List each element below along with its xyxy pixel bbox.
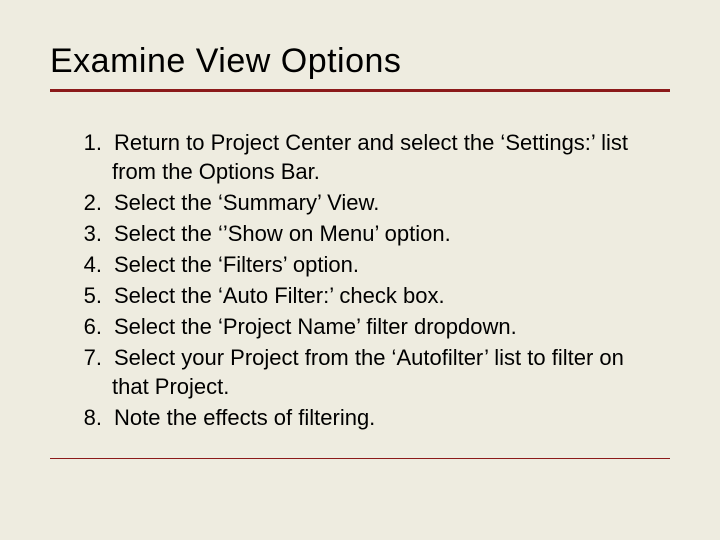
list-item: Select your Project from the ‘Autofilter… [72, 343, 664, 401]
bottom-rule [50, 458, 670, 459]
list-item: Return to Project Center and select the … [72, 128, 664, 186]
slide-title: Examine View Options [50, 42, 670, 81]
list-item: Select the ‘Filters’ option. [72, 250, 664, 279]
title-underline [50, 89, 670, 92]
list-item: Select the ‘Project Name’ filter dropdow… [72, 312, 664, 341]
slide: Examine View Options Return to Project C… [0, 0, 720, 540]
list-item: Select the ‘’Show on Menu’ option. [72, 219, 664, 248]
steps-list: Return to Project Center and select the … [50, 128, 670, 432]
list-item: Select the ‘Summary’ View. [72, 188, 664, 217]
list-item: Select the ‘Auto Filter:’ check box. [72, 281, 664, 310]
list-item: Note the effects of filtering. [72, 403, 664, 432]
